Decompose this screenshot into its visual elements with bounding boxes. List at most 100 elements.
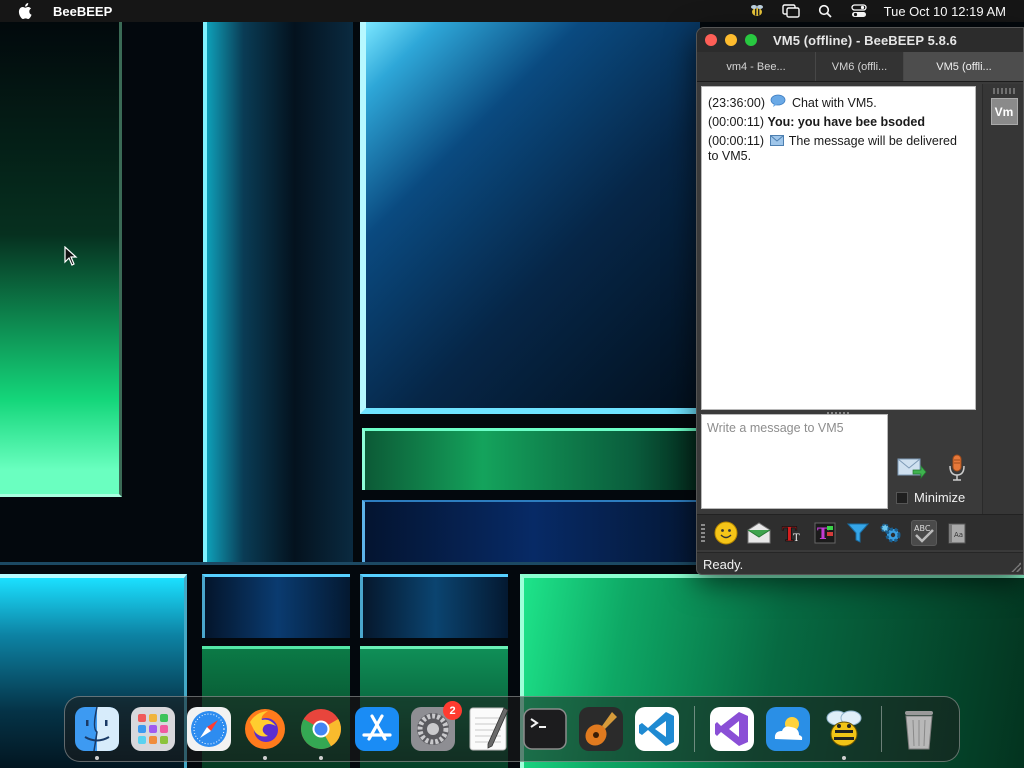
dictionary-button[interactable]: Aa [944,520,970,546]
color-button[interactable]: T [812,520,838,546]
wallpaper-panel [360,574,508,638]
emoji-button[interactable] [713,520,739,546]
spellcheck-button[interactable]: ABC [911,519,937,546]
message-time: (00:00:11) [708,134,765,148]
chat-tabs: vm4 - Bee... VM6 (offli... VM5 (offli... [697,52,1023,82]
mouse-cursor-icon [64,246,78,266]
dock-system-settings[interactable]: 2 [410,701,462,752]
chat-toolbar: TT T ABC Aa [697,514,1023,550]
dock-trash[interactable] [896,706,942,752]
trash-icon [905,711,933,750]
dock-visual-studio[interactable] [709,706,755,752]
dock-weather[interactable] [765,706,811,752]
toolbar-grip[interactable] [701,523,705,542]
send-envelope-icon [897,458,927,479]
visual-studio-icon [710,707,754,751]
app-store-icon [355,707,399,751]
filter-button[interactable] [845,520,871,546]
control-center-icon[interactable] [850,3,868,19]
message-text: Chat with VM5. [791,96,877,110]
minimize-window-button[interactable] [725,34,737,46]
wallpaper-panel [360,22,700,414]
beebeep-bee-icon[interactable] [748,3,766,19]
svg-text:Aa: Aa [954,531,963,539]
wallpaper-panel [362,500,702,562]
members-panel: Vm [982,84,1023,540]
dock-garageband[interactable] [578,706,624,752]
textedit-icon [469,707,509,751]
send-message-button[interactable] [896,454,928,482]
dock-terminal[interactable] [522,706,568,752]
minimize-option[interactable]: Minimize [896,490,965,505]
message-sender: You: [767,115,795,129]
avatar[interactable]: Vm [990,98,1018,125]
running-indicator [319,756,323,760]
resize-grip[interactable] [1011,562,1021,572]
dock: 2 [64,696,960,762]
dock-textedit[interactable] [466,706,512,752]
spellcheck-icon: ABC [914,524,934,543]
chat-message: (00:00:11) The message will be delivered… [708,134,969,164]
tab-vm4[interactable]: vm4 - Bee... [697,52,816,81]
message-input[interactable]: Write a message to VM5 [701,414,888,509]
running-indicator [842,756,846,760]
send-file-button[interactable] [746,520,772,546]
dock-vscode[interactable] [634,706,680,752]
vscode-icon [635,707,679,751]
settings-gear-icon [880,523,901,542]
terminal-icon [523,708,567,750]
guitar-icon [579,707,623,751]
voice-message-button[interactable] [945,452,969,484]
color-icon: T [814,522,836,543]
beebeep-bee-icon [826,710,862,747]
message-time: (00:00:11) [708,115,765,129]
microphone-icon [949,454,965,481]
minimize-checkbox[interactable] [896,491,908,504]
dock-separator [694,706,695,752]
chrome-icon [301,709,341,749]
dock-separator [881,706,882,752]
envelope-icon [769,135,784,146]
close-window-button[interactable] [705,34,717,46]
chat-message: (00:00:11) You: you have bee bsoded [708,115,969,130]
dock-app-store[interactable] [354,706,400,752]
text-format-button[interactable]: TT [779,520,805,546]
zoom-window-button[interactable] [745,34,757,46]
beebeep-chat-window: VM5 (offline) - BeeBEEP 5.8.6 vm4 - Bee.… [696,27,1024,575]
app-name-menu[interactable]: BeeBEEP [53,4,112,19]
dock-firefox[interactable] [242,706,288,760]
apple-menu-icon[interactable] [18,3,38,19]
wallpaper-panel [0,22,122,497]
emoji-icon [714,521,738,544]
firefox-icon [245,709,285,749]
dock-chrome[interactable] [298,706,344,760]
status-bar: Ready. [697,552,1023,574]
running-indicator [95,756,99,760]
chat-history[interactable]: (23:36:00) Chat with VM5. (00:00:11) You… [701,86,976,410]
dock-launchpad[interactable] [130,706,176,752]
safari-icon [187,707,231,751]
settings-button[interactable] [878,520,904,546]
menu-bar: BeeBEEP Tue Oct 10 12:19 AM [0,0,1024,22]
mail-icon [747,521,771,543]
tab-vm6[interactable]: VM6 (offli... [816,52,904,81]
status-menus: Tue Oct 10 12:19 AM [732,3,1024,19]
dock-finder[interactable] [74,706,120,760]
dock-grip[interactable] [993,88,1015,94]
window-title-bar[interactable]: VM5 (offline) - BeeBEEP 5.8.6 [697,28,1023,52]
running-indicator [263,756,267,760]
menu-bar-clock[interactable]: Tue Oct 10 12:19 AM [884,4,1006,19]
svg-text:T: T [793,533,800,544]
speech-bubble-icon [771,94,786,107]
screen-mirroring-icon[interactable] [781,3,800,19]
search-icon[interactable] [816,3,834,19]
status-text: Ready. [703,557,744,572]
tab-vm5[interactable]: VM5 (offli... [904,52,1023,81]
dock-beebeep[interactable] [821,706,867,760]
launchpad-icon [131,707,175,751]
wallpaper-panel [202,574,350,638]
filter-icon [846,523,870,543]
notification-badge: 2 [443,701,462,720]
dock-safari[interactable] [186,706,232,752]
message-text: you have bee bsoded [794,115,925,129]
